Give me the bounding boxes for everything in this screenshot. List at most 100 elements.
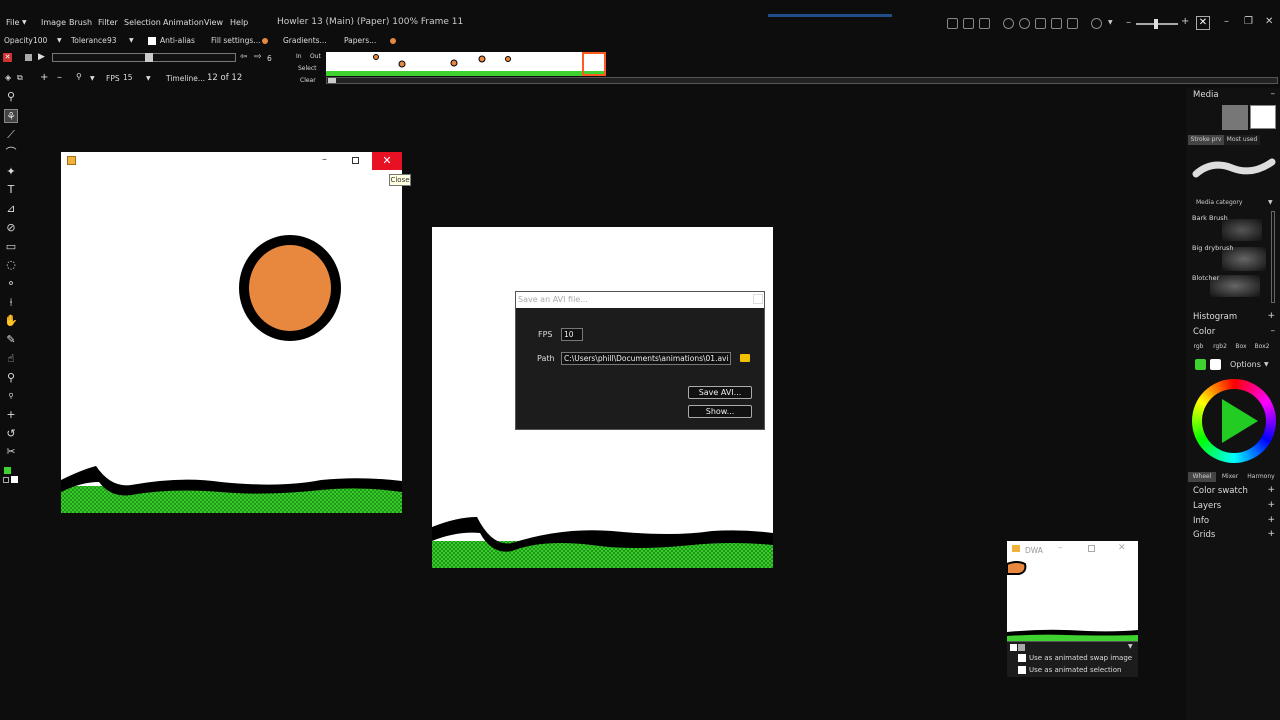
color-wheel[interactable]: [1192, 379, 1276, 463]
foreground-color-swatch[interactable]: [4, 467, 11, 474]
dwa-title-bar[interactable]: DWA – ✕: [1007, 541, 1138, 558]
onion-dropdown-icon[interactable]: ▼: [90, 75, 95, 82]
background-color-swatch[interactable]: [1210, 359, 1221, 370]
brush-big-drybrush[interactable]: Big drybrush: [1192, 244, 1234, 252]
media-category-label[interactable]: Media category: [1196, 199, 1242, 206]
animated-selection-label[interactable]: Use as animated selection: [1029, 666, 1121, 674]
chevron-down-icon[interactable]: ▼: [1128, 643, 1133, 650]
text-tool-icon[interactable]: [1035, 18, 1046, 29]
tolerance-value[interactable]: 93: [107, 36, 117, 45]
close-icon[interactable]: ✕: [1265, 16, 1273, 27]
zoom-slider[interactable]: [1136, 19, 1178, 29]
brush-list[interactable]: Bark Brush Big drybrush Blotcher: [1188, 209, 1274, 304]
redo-icon[interactable]: [1019, 18, 1030, 29]
animated-swap-checkbox[interactable]: [1018, 654, 1026, 662]
lasso-icon[interactable]: ⊘: [4, 221, 18, 235]
pin-icon[interactable]: ⍿: [4, 296, 18, 310]
fps-dropdown-icon[interactable]: ▼: [146, 75, 151, 82]
rotate-right-icon[interactable]: [963, 18, 974, 29]
layers-header[interactable]: Layers: [1193, 501, 1221, 511]
opacity-value[interactable]: 100: [33, 36, 47, 45]
tab-box2[interactable]: Box2: [1251, 342, 1273, 352]
select-label[interactable]: Select: [298, 65, 317, 72]
menu-file[interactable]: File: [6, 18, 19, 27]
opacity-dropdown-icon[interactable]: ▼: [57, 37, 62, 44]
frame-filmstrip[interactable]: [326, 52, 606, 76]
brush-blotcher[interactable]: Blotcher: [1192, 274, 1219, 282]
restore-icon[interactable]: ❐: [1244, 16, 1253, 27]
menu-view[interactable]: View: [204, 18, 223, 27]
document-title-bar[interactable]: – ✕: [61, 152, 402, 170]
fill-settings-button[interactable]: Fill settings...: [211, 36, 260, 45]
save-avi-button[interactable]: Save AVI...: [688, 386, 752, 399]
tab-harmony[interactable]: Harmony: [1246, 472, 1276, 482]
foreground-color-swatch[interactable]: [1195, 359, 1206, 370]
expand-plus-icon[interactable]: +: [1267, 485, 1275, 495]
chevron-down-icon[interactable]: ▼: [1108, 19, 1113, 26]
rotate-icon[interactable]: ↺: [4, 427, 18, 441]
tab-most-used[interactable]: Most used: [1224, 135, 1260, 145]
curve-icon[interactable]: ⌒: [4, 146, 18, 160]
in-label[interactable]: In: [296, 53, 302, 60]
zoom-icon[interactable]: ⚲: [4, 371, 18, 385]
fill-tool-icon[interactable]: ⚘: [4, 109, 18, 123]
paper-texture-thumb[interactable]: [1222, 105, 1248, 130]
menu-selection[interactable]: Selection: [124, 18, 161, 27]
tab-rgb[interactable]: rgb: [1188, 342, 1209, 352]
timeline-track[interactable]: [326, 77, 1278, 84]
papers-button[interactable]: Papers...: [344, 36, 376, 45]
paper-white-thumb[interactable]: [1250, 105, 1276, 129]
media-header[interactable]: Media: [1193, 90, 1219, 100]
tab-rgb2[interactable]: rgb2: [1209, 342, 1231, 352]
tab-wheel[interactable]: Wheel: [1188, 472, 1216, 482]
expand-plus-icon[interactable]: +: [1267, 500, 1275, 510]
minimize-icon[interactable]: –: [1058, 543, 1063, 553]
antialias-label[interactable]: Anti-alias: [160, 36, 195, 45]
menu-dropdown-icon[interactable]: ▼: [22, 19, 27, 26]
menu-help[interactable]: Help: [230, 18, 248, 27]
drawing-canvas[interactable]: [61, 170, 402, 513]
chevron-down-icon[interactable]: ▼: [1268, 199, 1273, 206]
rect-select-icon[interactable]: ▭: [4, 240, 18, 254]
list-icon[interactable]: [1067, 18, 1078, 29]
minimize-icon[interactable]: –: [1224, 16, 1229, 27]
menu-image[interactable]: Image: [41, 18, 66, 27]
color-header[interactable]: Color: [1193, 327, 1215, 337]
dialog-close-icon[interactable]: [753, 294, 763, 304]
line-icon[interactable]: ⟋: [4, 128, 18, 142]
brush-icon[interactable]: ✎: [4, 333, 18, 347]
play-icon[interactable]: ▶: [38, 52, 45, 62]
smudge-icon[interactable]: ☝: [4, 352, 18, 366]
gradients-button[interactable]: Gradients...: [283, 36, 327, 45]
crossed-tools-icon[interactable]: ✂: [4, 445, 18, 459]
color-swatch-header[interactable]: Color swatch: [1193, 486, 1248, 496]
brush-list-scrollbar[interactable]: [1271, 211, 1275, 303]
transform-icon[interactable]: ⊿: [4, 202, 18, 216]
grids-header[interactable]: Grids: [1193, 530, 1215, 540]
expand-plus-icon[interactable]: +: [1267, 515, 1275, 525]
path-input[interactable]: C:\Users\phill\Documents\animations\01.a…: [561, 352, 731, 365]
next-frame-icon[interactable]: ⇨: [254, 52, 262, 62]
close-icon[interactable]: ✕: [1118, 543, 1126, 553]
script-icon[interactable]: [1091, 18, 1102, 29]
expand-plus-icon[interactable]: +: [1267, 529, 1275, 539]
pivot-icon[interactable]: ◈: [5, 73, 11, 82]
antialias-checkbox[interactable]: [148, 37, 156, 45]
close-button[interactable]: ✕: [372, 152, 402, 170]
delete-frame-icon[interactable]: ✕: [3, 53, 12, 62]
tab-stroke-preview[interactable]: Stroke prv: [1188, 135, 1224, 145]
show-button[interactable]: Show...: [688, 405, 752, 418]
timeline-button[interactable]: Timeline...: [166, 74, 205, 83]
menu-animation[interactable]: Animation: [163, 18, 204, 27]
stop-icon[interactable]: [25, 54, 32, 61]
minimize-icon[interactable]: –: [322, 154, 327, 165]
undo-icon[interactable]: [1003, 18, 1014, 29]
tab-box[interactable]: Box: [1231, 342, 1251, 352]
folder-icon[interactable]: [740, 354, 750, 362]
info-header[interactable]: Info: [1193, 516, 1209, 526]
maximize-icon[interactable]: [1088, 545, 1095, 552]
magic-wand-icon[interactable]: ⚬: [4, 277, 18, 291]
frames-icon[interactable]: ⧉: [17, 73, 23, 83]
options-button[interactable]: Options: [1230, 360, 1261, 369]
remove-frame-icon[interactable]: –: [57, 72, 62, 83]
